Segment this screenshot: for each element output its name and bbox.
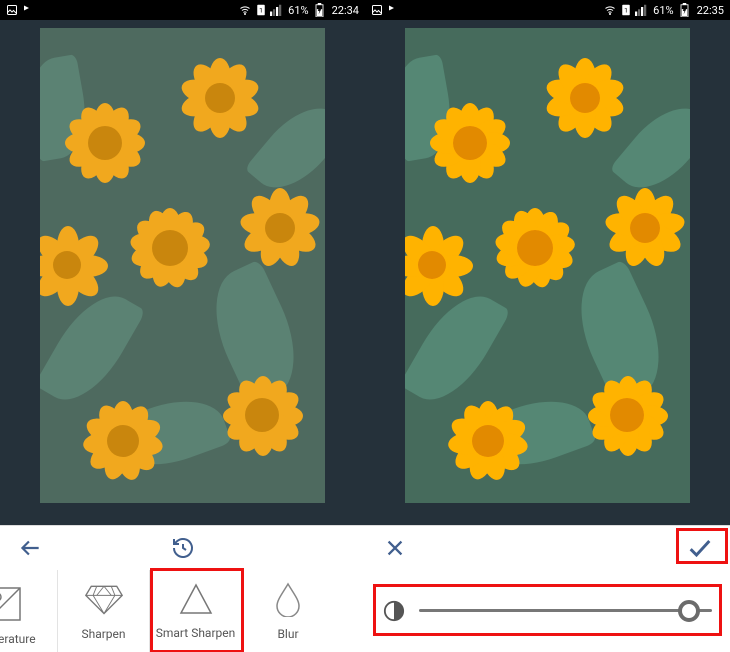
svg-text:1: 1	[624, 6, 628, 14]
status-bar: 1 61% 22:34	[0, 0, 365, 20]
bottom-bar	[365, 525, 730, 652]
image-icon	[6, 4, 18, 16]
history-button[interactable]	[163, 528, 203, 568]
battery-icon	[315, 3, 324, 17]
tool-label: Blur	[277, 627, 298, 641]
svg-text:1: 1	[259, 6, 263, 14]
image-icon	[371, 4, 383, 16]
edited-photo[interactable]	[405, 28, 690, 503]
contrast-icon	[383, 600, 405, 622]
tool-blur[interactable]: Blur	[242, 570, 334, 652]
edited-photo[interactable]	[40, 28, 325, 503]
bottom-bar: erature Sharpen Smart Sharpen Blur	[0, 525, 365, 652]
triangle-icon	[178, 582, 214, 616]
action-row	[0, 526, 365, 570]
tool-label: Sharpen	[81, 627, 125, 641]
tool-row: erature Sharpen Smart Sharpen Blur	[0, 570, 365, 652]
wifi-icon	[603, 4, 617, 16]
diamond-icon	[84, 581, 124, 617]
battery-percent: 61%	[288, 4, 308, 17]
signal-icon	[270, 4, 282, 16]
sim-icon: 1	[256, 4, 266, 16]
clock: 22:34	[332, 4, 359, 17]
tool-sharpen[interactable]: Sharpen	[58, 570, 150, 652]
slider-track[interactable]	[419, 609, 712, 612]
drop-icon	[274, 581, 302, 617]
clock: 22:35	[697, 4, 724, 17]
slider-thumb[interactable]	[678, 600, 700, 622]
flag-icon	[22, 4, 34, 16]
tool-label: erature	[0, 632, 36, 646]
photo-canvas	[0, 20, 365, 525]
tool-smart-sharpen[interactable]: Smart Sharpen	[150, 570, 242, 652]
back-button[interactable]	[10, 528, 50, 568]
battery-percent: 61%	[653, 4, 673, 17]
apply-button[interactable]	[680, 528, 720, 568]
status-bar: 1 61% 22:35	[365, 0, 730, 20]
slider-row	[365, 570, 730, 652]
left-screenshot: 1 61% 22:34	[0, 0, 365, 652]
action-row	[365, 526, 730, 570]
battery-icon	[680, 3, 689, 17]
tool-temperature[interactable]: erature	[0, 570, 58, 652]
flag-icon	[387, 4, 399, 16]
wifi-icon	[238, 4, 252, 16]
right-screenshot: 1 61% 22:35	[365, 0, 730, 652]
cancel-button[interactable]	[375, 528, 415, 568]
tool-label: Smart Sharpen	[156, 626, 236, 640]
photo-canvas	[365, 20, 730, 525]
signal-icon	[635, 4, 647, 16]
intensity-slider[interactable]	[383, 600, 712, 622]
sim-icon: 1	[621, 4, 631, 16]
